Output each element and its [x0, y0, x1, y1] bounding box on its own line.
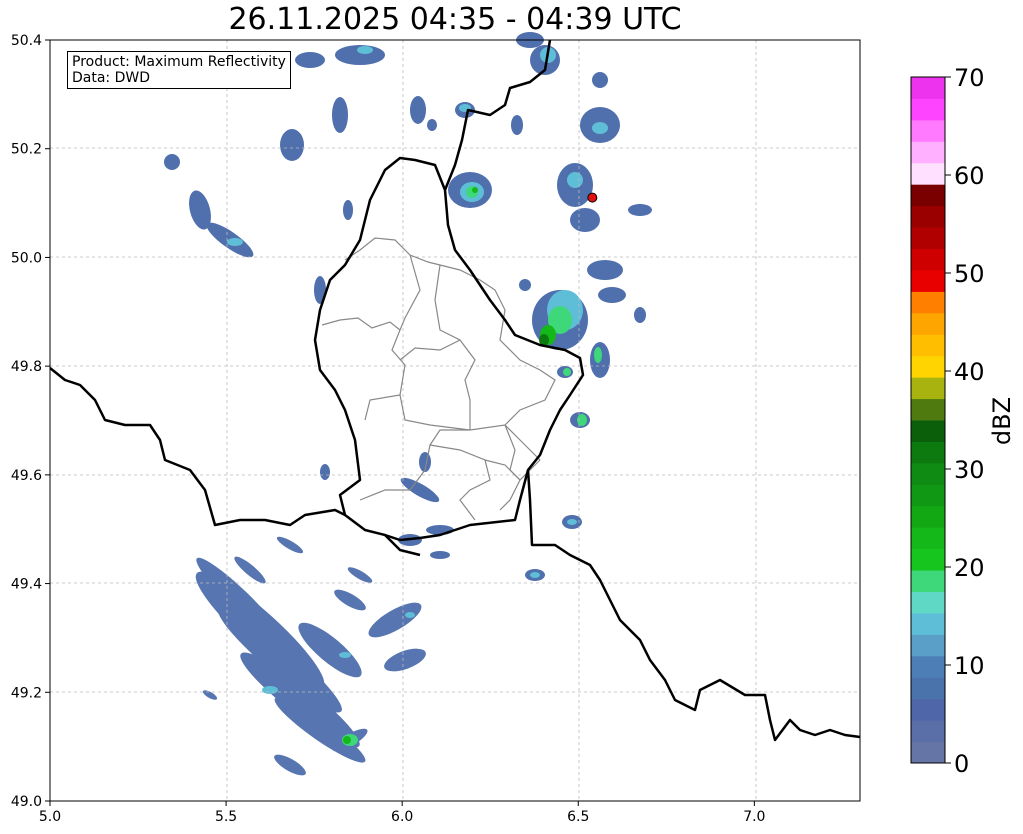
colorbar-segment	[911, 484, 945, 507]
colorbar-segment	[911, 527, 945, 550]
colorbar-segment	[911, 420, 945, 442]
colorbar-tick-label: 0	[954, 750, 969, 778]
y-tick-label: 49.8	[11, 359, 42, 375]
colorbar-tick-label: 10	[954, 652, 985, 680]
colorbar-tick-label: 50	[954, 260, 985, 288]
y-tick-label: 50.0	[11, 250, 42, 266]
colorbar-segment	[911, 398, 945, 421]
x-tick-label: 6.5	[567, 809, 589, 825]
colorbar-segment	[911, 334, 945, 357]
colorbar-segment	[911, 591, 945, 614]
x-axis: 5.0 5.5 6.0 6.5 7.0	[39, 801, 765, 825]
y-tick-label: 49.0	[11, 794, 42, 810]
colorbar-segment	[911, 570, 945, 592]
colorbar-segment	[911, 312, 945, 335]
colorbar-segment	[911, 505, 945, 528]
colorbar-tick-label: 70	[954, 64, 985, 92]
colorbar: 0 10 20 30 40 50 60 70	[910, 64, 985, 778]
colorbar-segment	[911, 720, 945, 743]
data-source-label: Data: DWD	[72, 70, 150, 86]
colorbar-tick-label: 60	[954, 162, 985, 190]
y-tick-label: 49.2	[11, 685, 42, 701]
colorbar-segment	[911, 119, 945, 142]
colorbar-segment	[911, 655, 945, 678]
colorbar-segment	[911, 162, 945, 185]
colorbar-segment	[911, 141, 945, 164]
colorbar-tick-label: 20	[954, 554, 985, 582]
colorbar-segment	[911, 634, 945, 657]
colorbar-segment	[911, 612, 945, 635]
colorbar-segment	[911, 698, 945, 721]
y-axis: 49.0 49.2 49.4 49.6 49.8 50.0 50.2 50.4	[11, 33, 50, 810]
colorbar-segment	[911, 462, 945, 485]
x-tick-label: 5.0	[39, 809, 61, 825]
country-borders	[49, 39, 861, 742]
colorbar-segment	[911, 291, 945, 314]
colorbar-segment	[911, 548, 945, 571]
colorbar-tick-label: 40	[954, 358, 985, 386]
colorbar-segment	[911, 677, 945, 700]
x-tick-label: 7.0	[743, 809, 765, 825]
colorbar-segment	[911, 205, 945, 228]
colorbar-tick-label: 30	[954, 456, 985, 484]
colorbar-segment	[911, 355, 945, 378]
colorbar-segment	[911, 269, 945, 292]
y-tick-label: 49.4	[11, 577, 42, 593]
colorbar-segment	[911, 377, 945, 400]
location-marker	[587, 192, 598, 203]
y-tick-label: 49.6	[11, 468, 42, 484]
colorbar-segment	[911, 741, 945, 764]
x-tick-label: 5.5	[215, 809, 237, 825]
district-borders	[321, 237, 556, 521]
product-label: Product: Maximum Reflectivity	[72, 54, 286, 70]
info-box: Product: Maximum Reflectivity Data: DWD	[67, 51, 291, 89]
x-tick-label: 6.0	[391, 809, 413, 825]
radar-map: 5.0 5.5 6.0 6.5 7.0 49.0 49.2 49.4 49.6 49.8 50.0…	[11, 32, 1016, 825]
y-tick-label: 50.2	[11, 142, 42, 158]
colorbar-segment	[911, 98, 945, 121]
colorbar-label: dBZ	[988, 397, 1016, 445]
colorbar-segment	[911, 441, 945, 464]
y-tick-label: 50.4	[11, 33, 42, 49]
colorbar-segment	[911, 184, 945, 207]
colorbar-segment	[911, 248, 945, 271]
colorbar-segment	[911, 77, 945, 99]
colorbar-segment	[911, 227, 945, 249]
